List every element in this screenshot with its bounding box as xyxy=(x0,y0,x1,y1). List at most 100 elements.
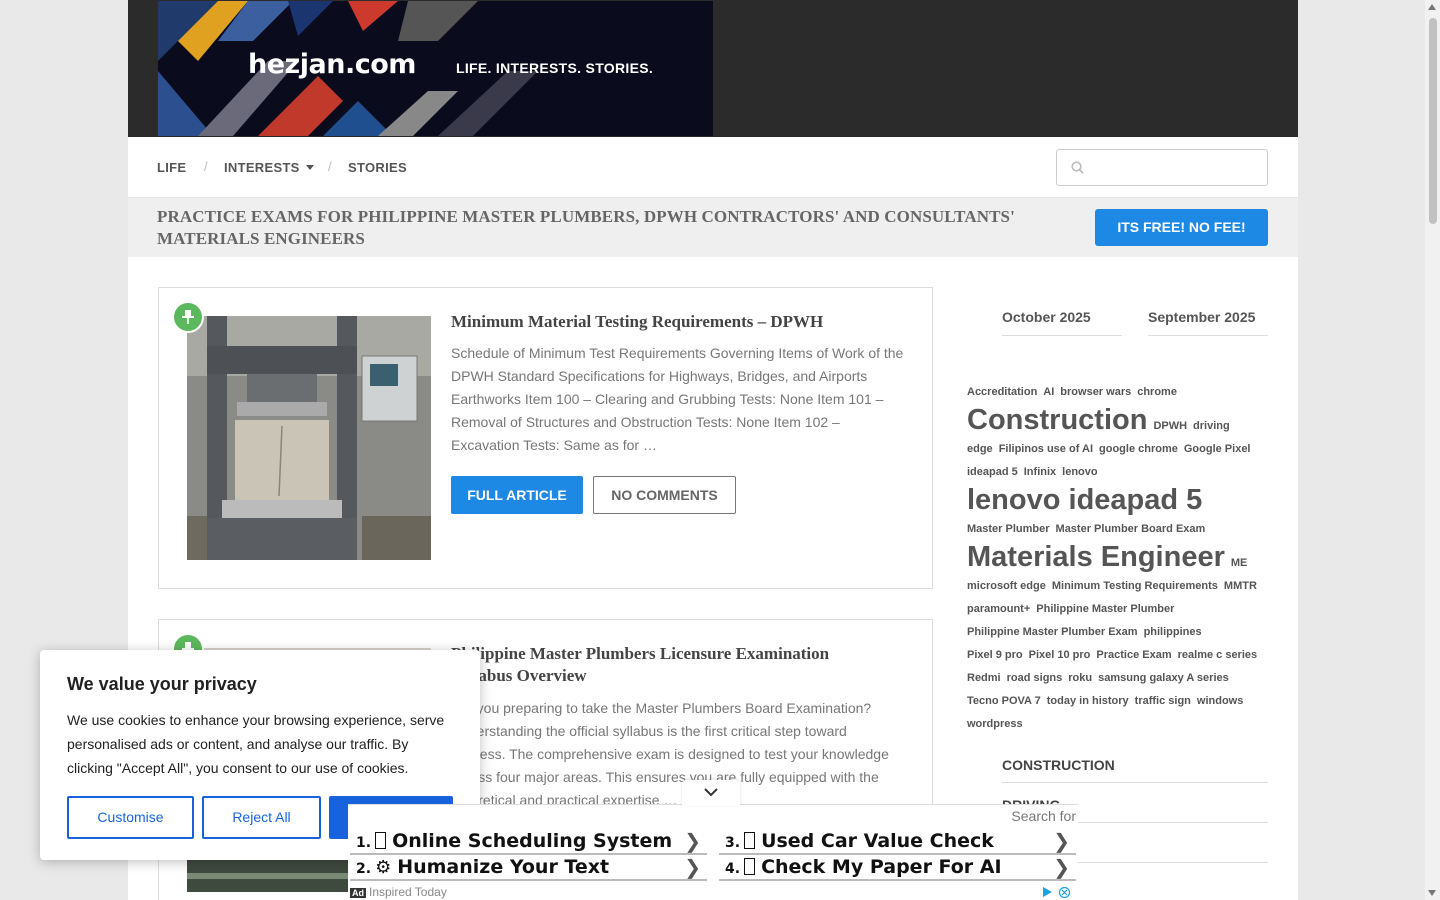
tag-link[interactable]: microsoft edge xyxy=(967,575,1046,597)
tab-september-2025[interactable]: September 2025 xyxy=(1148,309,1255,325)
tag-link[interactable]: samsung galaxy A series xyxy=(1098,667,1229,689)
gear-icon: ⚙ xyxy=(375,857,392,878)
tag-link[interactable]: AI xyxy=(1043,381,1054,403)
ad-link-number: 1. xyxy=(356,835,372,851)
chevron-right-icon: ❯ xyxy=(1053,855,1070,879)
reject-all-button[interactable]: Reject All xyxy=(202,796,321,839)
box-glyph-icon xyxy=(375,832,387,849)
adchoices-play-icon[interactable] xyxy=(1042,887,1052,897)
box-glyph-icon xyxy=(744,832,756,849)
ad-link[interactable]: 4. Check My Paper For AI ❯ xyxy=(719,855,1076,881)
chevron-down-icon xyxy=(704,788,718,797)
ad-link-label: Check My Paper For AI xyxy=(761,856,1002,878)
promo-text: PRACTICE EXAMS FOR PHILIPPINE MASTER PLU… xyxy=(157,207,1015,248)
tag-link[interactable]: Infinix xyxy=(1024,461,1056,483)
nav-item-interests[interactable]: INTERESTS xyxy=(224,160,314,175)
caret-down-icon xyxy=(305,165,314,170)
tag-link[interactable]: Tecno POVA 7 xyxy=(967,690,1041,712)
tag-link[interactable]: DPWH xyxy=(1153,415,1187,437)
tag-link[interactable]: Practice Exam xyxy=(1096,644,1171,666)
tag-link[interactable]: Pixel 10 pro xyxy=(1029,644,1091,666)
chevron-right-icon: ❯ xyxy=(684,829,701,853)
tag-link[interactable]: MMTR xyxy=(1224,575,1257,597)
tag-link[interactable]: today in history xyxy=(1047,690,1129,712)
header: hezjan.com LIFE. INTERESTS. STORIES. xyxy=(128,0,1298,137)
site-logo[interactable]: hezjan.com LIFE. INTERESTS. STORIES. xyxy=(158,1,713,136)
tag-link[interactable]: edge xyxy=(967,438,993,460)
scroll-up-arrow-icon[interactable] xyxy=(1428,4,1436,10)
tag-link[interactable]: browser wars xyxy=(1060,381,1131,403)
ad-search-for-label: Search for xyxy=(1011,808,1076,824)
tag-link[interactable]: Master Plumber xyxy=(967,518,1050,540)
post-title[interactable]: Philippine Master Plumbers Licensure Exa… xyxy=(451,643,891,687)
scrollbar-thumb[interactable] xyxy=(1429,18,1437,224)
tag-link[interactable]: chrome xyxy=(1137,381,1177,403)
tag-link[interactable]: Philippine Master Plumber xyxy=(1036,598,1174,620)
cookie-text: We use cookies to enhance your browsing … xyxy=(67,712,445,776)
scroll-down-arrow-icon[interactable] xyxy=(1428,890,1436,896)
ad-link-number: 2. xyxy=(356,861,372,877)
nav-item-life[interactable]: LIFE xyxy=(157,160,186,175)
tag-link[interactable]: google chrome xyxy=(1099,438,1178,460)
tag-link[interactable]: philippines xyxy=(1144,621,1202,643)
customise-button[interactable]: Customise xyxy=(67,796,194,839)
nav-item-stories[interactable]: STORIES xyxy=(348,160,407,175)
tag-link[interactable]: ideapad 5 xyxy=(967,461,1018,483)
tag-link[interactable]: Google Pixel xyxy=(1184,438,1251,460)
ad-link[interactable]: 2. ⚙ Humanize Your Text ❯ xyxy=(350,855,707,881)
tag-link[interactable]: lenovo xyxy=(1062,461,1097,483)
tag-link[interactable]: Redmi xyxy=(967,667,1001,689)
tag-link[interactable]: Construction xyxy=(967,403,1147,437)
logo-tagline: LIFE. INTERESTS. STORIES. xyxy=(456,60,654,76)
box-glyph-icon xyxy=(744,858,756,875)
ad-badge: Ad xyxy=(350,888,366,898)
ad-collapse-toggle[interactable] xyxy=(682,780,740,806)
pin-icon xyxy=(182,310,194,324)
tag-link[interactable]: traffic sign xyxy=(1135,690,1191,712)
tag-link[interactable]: wordpress xyxy=(967,713,1023,735)
tag-link[interactable]: Master Plumber Board Exam xyxy=(1056,518,1206,540)
tag-link[interactable]: realme c series xyxy=(1178,644,1258,666)
logo-name: hezjan.com xyxy=(248,49,416,80)
tag-link[interactable]: ME xyxy=(1231,552,1248,574)
ad-link[interactable]: 1. Online Scheduling System ❯ xyxy=(350,829,707,855)
tag-link[interactable]: driving xyxy=(1193,415,1230,437)
tag-link[interactable]: Accreditation xyxy=(967,381,1037,403)
ad-link-number: 4. xyxy=(725,861,741,877)
ad-link-label: Used Car Value Check xyxy=(761,830,994,852)
tag-link[interactable]: lenovo ideapad 5 xyxy=(967,483,1202,517)
ad-banner: Search for 1. Online Scheduling System ❯ … xyxy=(348,804,1078,900)
tab-october-2025[interactable]: October 2025 xyxy=(1002,309,1091,325)
tag-link[interactable]: Filipinos use of AI xyxy=(999,438,1093,460)
chevron-right-icon: ❯ xyxy=(1053,829,1070,853)
testing-machine-image xyxy=(187,316,431,560)
promo-button[interactable]: ITS FREE! NO FEE! xyxy=(1095,209,1268,246)
nav-separator: / xyxy=(204,159,208,174)
full-article-button[interactable]: FULL ARTICLE xyxy=(451,476,583,514)
tag-link[interactable]: Minimum Testing Requirements xyxy=(1052,575,1218,597)
tag-link[interactable]: Materials Engineer xyxy=(967,540,1225,574)
tag-link[interactable]: Philippine Master Plumber Exam xyxy=(967,621,1138,643)
main-nav: LIFE / INTERESTS / STORIES xyxy=(128,137,1298,198)
tag-link[interactable]: Pixel 9 pro xyxy=(967,644,1023,666)
tag-link[interactable]: windows xyxy=(1197,690,1243,712)
tag-link[interactable]: road signs xyxy=(1007,667,1063,689)
ad-link[interactable]: 3. Used Car Value Check ❯ xyxy=(719,829,1076,855)
ad-link-label: Online Scheduling System xyxy=(392,830,673,852)
post-thumbnail[interactable] xyxy=(187,316,431,560)
nav-separator: / xyxy=(328,159,332,174)
post-excerpt: Schedule of Minimum Test Requirements Go… xyxy=(451,345,904,453)
comments-button[interactable]: NO COMMENTS xyxy=(593,476,736,514)
tag-link[interactable]: paramount+ xyxy=(967,598,1030,620)
pinned-badge xyxy=(172,301,204,333)
tag-link[interactable]: roku xyxy=(1068,667,1092,689)
category-construction[interactable]: CONSTRUCTION xyxy=(1002,757,1268,783)
tab-underline xyxy=(1002,335,1122,336)
nav-item-interests-label: INTERESTS xyxy=(224,160,300,175)
post-title[interactable]: Minimum Material Testing Requirements – … xyxy=(451,311,891,333)
search-input[interactable] xyxy=(1056,149,1268,186)
page-scrollbar[interactable] xyxy=(1425,0,1440,900)
tab-underline xyxy=(1148,335,1268,336)
ad-link-label: Humanize Your Text xyxy=(397,856,610,878)
close-ad-icon[interactable] xyxy=(1059,887,1070,898)
